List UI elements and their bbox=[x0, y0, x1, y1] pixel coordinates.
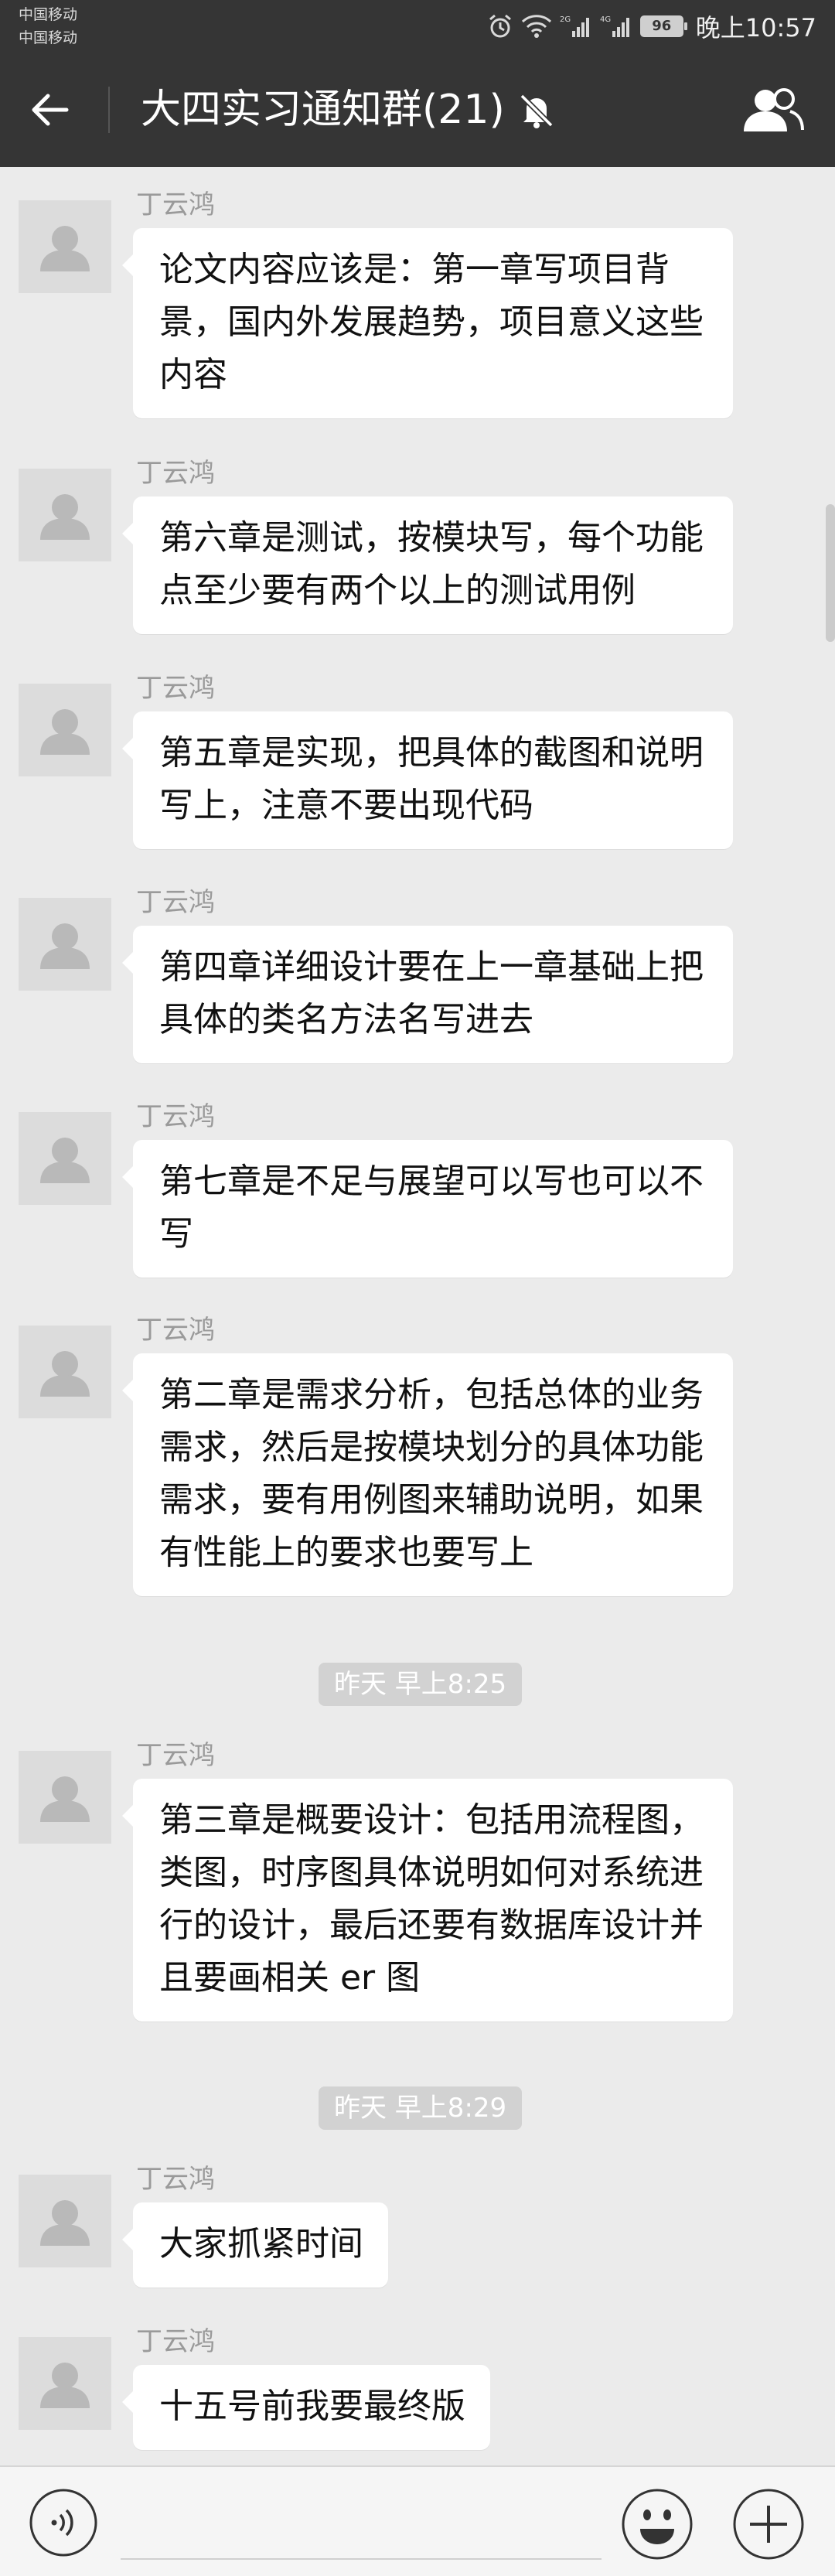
battery-icon: 96 bbox=[639, 15, 687, 37]
message-bubble[interactable]: 大家抓紧时间 bbox=[122, 2202, 388, 2288]
sender-name: 丁云鸿 bbox=[136, 2326, 215, 2357]
sender-name: 丁云鸿 bbox=[136, 1740, 215, 1771]
scrollbar[interactable] bbox=[826, 504, 835, 642]
status-indicators: 2G 4G 96 晚上10:57 bbox=[487, 11, 816, 43]
emoji-icon[interactable] bbox=[620, 2487, 694, 2561]
sender-name: 丁云鸿 bbox=[136, 1315, 215, 1346]
message-bubble[interactable]: 第四章详细设计要在上一章基础上把具体的类名方法名写进去 bbox=[122, 926, 733, 1063]
status-time: 晚上10:57 bbox=[695, 13, 816, 43]
status-bar: 中国移动 中国移动 2G 4G 96 晚上10:57 bbox=[0, 0, 835, 53]
message-bubble[interactable]: 第六章是测试，按模块写，每个功能点至少要有两个以上的测试用例 bbox=[122, 496, 733, 634]
message-bubble[interactable]: 第三章是概要设计：包括用流程图，类图，时序图具体说明如何对系统进行的设计，最后还… bbox=[122, 1779, 733, 2022]
wifi-icon bbox=[521, 14, 552, 39]
group-members-icon[interactable] bbox=[739, 85, 804, 135]
carrier-label-1: 中国移动 bbox=[19, 6, 78, 23]
header-divider bbox=[108, 87, 110, 133]
signal-4g-icon: 4G bbox=[600, 14, 632, 39]
message-bubble[interactable]: 第五章是实现，把具体的截图和说明写上，注意不要出现代码 bbox=[122, 711, 733, 849]
plus-icon[interactable] bbox=[731, 2487, 806, 2561]
avatar[interactable] bbox=[19, 469, 111, 561]
signal-2g-icon: 2G bbox=[560, 14, 592, 39]
message-bubble[interactable]: 论文内容应该是：第一章写项目背景，国内外发展趋势，项目意义这些内容 bbox=[122, 228, 733, 418]
voice-input-icon[interactable] bbox=[28, 2487, 99, 2558]
svg-text:2G: 2G bbox=[560, 15, 571, 24]
arrow-left-icon[interactable] bbox=[26, 87, 73, 133]
message-bubble[interactable]: 十五号前我要最终版 bbox=[122, 2365, 490, 2450]
input-bar bbox=[0, 2465, 835, 2576]
avatar[interactable] bbox=[19, 1112, 111, 1205]
alarm-icon bbox=[487, 13, 513, 39]
svg-text:4G: 4G bbox=[600, 15, 611, 24]
timestamp-label: 昨天 早上8:29 bbox=[319, 2086, 523, 2130]
sender-name: 丁云鸿 bbox=[136, 189, 215, 220]
avatar[interactable] bbox=[19, 200, 111, 293]
avatar[interactable] bbox=[19, 1326, 111, 1418]
bell-muted-icon bbox=[516, 90, 557, 131]
chat-title: 大四实习通知群(21) bbox=[141, 87, 505, 133]
sender-name: 丁云鸿 bbox=[136, 458, 215, 489]
avatar[interactable] bbox=[19, 2175, 111, 2267]
sender-name: 丁云鸿 bbox=[136, 2164, 215, 2195]
avatar[interactable] bbox=[19, 1751, 111, 1844]
message-bubble[interactable]: 第二章是需求分析，包括总体的业务需求，然后是按模块划分的具体功能需求，要有用例图… bbox=[122, 1353, 733, 1596]
message-bubble[interactable]: 第七章是不足与展望可以写也可以不写 bbox=[122, 1140, 733, 1278]
message-input[interactable] bbox=[121, 2558, 602, 2560]
carrier-label-2: 中国移动 bbox=[19, 29, 78, 46]
timestamp-label: 昨天 早上8:25 bbox=[319, 1663, 523, 1706]
sender-name: 丁云鸿 bbox=[136, 673, 215, 704]
sender-name: 丁云鸿 bbox=[136, 1101, 215, 1132]
avatar[interactable] bbox=[19, 898, 111, 991]
avatar[interactable] bbox=[19, 684, 111, 776]
avatar[interactable] bbox=[19, 2337, 111, 2430]
sender-name: 丁云鸿 bbox=[136, 887, 215, 918]
chat-header: 大四实习通知群(21) bbox=[0, 53, 835, 167]
